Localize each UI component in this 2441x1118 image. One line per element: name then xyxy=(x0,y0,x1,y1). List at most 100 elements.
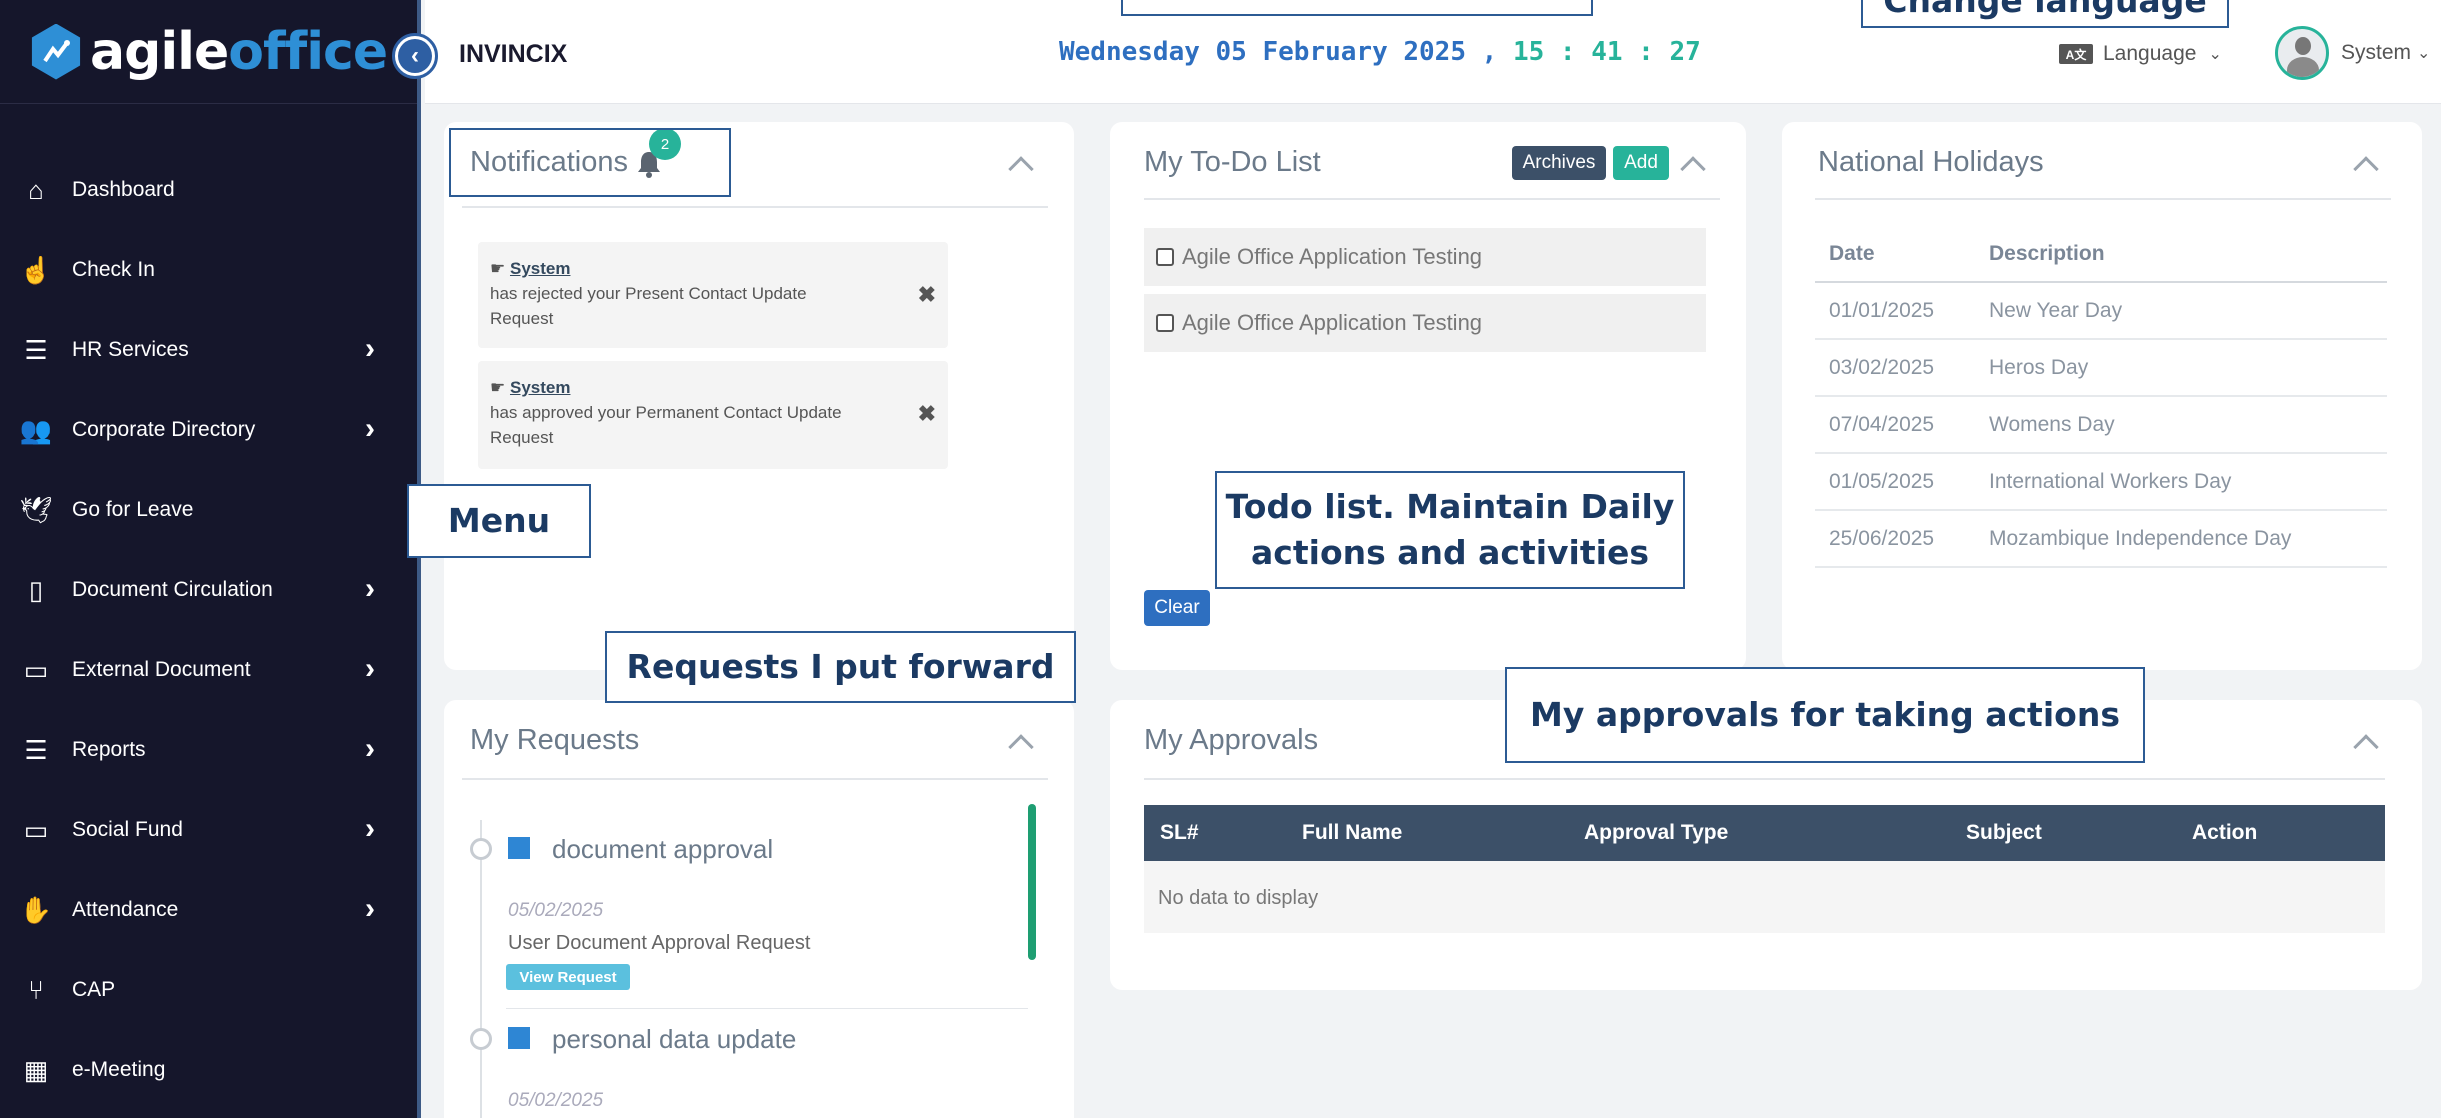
chevron-down-icon: ⌄ xyxy=(2417,45,2431,62)
divider xyxy=(1144,778,2385,780)
column-header: Approval Type xyxy=(1584,821,1729,844)
datetime-highlight-box xyxy=(1121,0,1593,16)
company-name: INVINCIX xyxy=(459,40,568,68)
sidebar-item-hr-services[interactable]: ☰ HR Services › xyxy=(0,310,417,390)
user-name: System xyxy=(2341,41,2412,64)
chevron-right-icon: › xyxy=(365,412,375,445)
callout-menu: Menu xyxy=(407,484,591,558)
holidays-title: National Holidays xyxy=(1818,146,2044,178)
column-header: Full Name xyxy=(1302,821,1403,844)
todo-item: Agile Office Application Testing xyxy=(1144,228,1706,286)
language-label: Language xyxy=(2103,42,2197,65)
hand-icon: ✋ xyxy=(19,894,53,925)
approvals-title: My Approvals xyxy=(1144,724,1319,756)
clear-todo-button[interactable]: Clear xyxy=(1144,590,1210,626)
todo-item: Agile Office Application Testing xyxy=(1144,294,1706,352)
sidebar-item-corporate-directory[interactable]: 👥 Corporate Directory › xyxy=(0,390,417,470)
request-date: 05/02/2025 xyxy=(508,900,604,921)
todo-checkbox[interactable] xyxy=(1156,248,1174,266)
calendar-icon: ▦ xyxy=(23,1054,49,1085)
current-date: Wednesday 05 February 2025 , xyxy=(1059,37,1498,67)
callout-requests: Requests I put forward xyxy=(605,631,1076,703)
requests-title: My Requests xyxy=(470,724,640,756)
sidebar-item-social-fund[interactable]: ▭ Social Fund › xyxy=(0,790,417,870)
document-icon: ▯ xyxy=(28,574,44,605)
todo-text: Agile Office Application Testing xyxy=(1182,244,1483,269)
view-request-button[interactable]: View Request xyxy=(506,964,630,990)
sidebar-item-label: Document Circulation xyxy=(72,578,273,601)
sidebar-item-label: Corporate Directory xyxy=(72,418,256,441)
sidebar-item-label: Attendance xyxy=(72,898,179,921)
bird-icon: 🕊 xyxy=(19,494,53,525)
table-row: 07/04/2025 Womens Day xyxy=(1815,396,2387,454)
sidebar-item-check-in[interactable]: ☝ Check In xyxy=(0,230,417,310)
date-time-display: Wednesday 05 February 2025 , 15 : 41 : 2… xyxy=(1059,37,1701,67)
notification-item: ☛ System has approved your Permanent Con… xyxy=(478,361,948,469)
callout-change-language: Change language xyxy=(1861,0,2229,28)
column-header: Description xyxy=(1975,226,2387,283)
notification-item: ☛ System has rejected your Present Conta… xyxy=(478,242,948,348)
request-date: 05/02/2025 xyxy=(508,1090,604,1111)
scrollbar-thumb[interactable] xyxy=(1028,804,1036,960)
timeline-dot xyxy=(470,838,492,860)
close-icon[interactable]: ✖ xyxy=(918,401,936,426)
sidebar-menu: ⌂ Dashboard ☝ Check In ☰ HR Services › 👥 Corpora… xyxy=(0,150,417,1110)
hand-pointer-icon: ☝ xyxy=(19,254,53,285)
callout-change-language-text: Change language xyxy=(1883,0,2207,20)
sidebar-item-dashboard[interactable]: ⌂ Dashboard xyxy=(0,150,417,230)
user-menu[interactable]: System ⌄ xyxy=(2275,26,2430,80)
sidebar-item-document-circulation[interactable]: ▯ Document Circulation › xyxy=(0,550,417,630)
users-icon: 👥 xyxy=(19,414,53,445)
chevron-left-icon: ‹ xyxy=(398,39,432,73)
divider xyxy=(1144,198,1720,200)
callout-todo: Todo list. Maintain Daily actions and ac… xyxy=(1215,471,1685,589)
archives-button[interactable]: Archives xyxy=(1512,146,1606,180)
chevron-right-icon: › xyxy=(365,892,375,925)
divider xyxy=(506,1008,1028,1009)
column-header: SL# xyxy=(1160,821,1199,844)
request-description: User Document Approval Request xyxy=(508,932,811,954)
sidebar-item-cap[interactable]: ⑂ CAP xyxy=(0,950,417,1030)
divider xyxy=(1815,198,2391,200)
current-time: 15 : 41 : 27 xyxy=(1512,37,1701,67)
add-todo-button[interactable]: Add xyxy=(1613,146,1669,180)
notification-sender-link[interactable]: System xyxy=(510,378,570,397)
divider xyxy=(462,206,1048,208)
table-row: 25/06/2025 Mozambique Independence Day xyxy=(1815,510,2387,568)
table-row: 01/01/2025 New Year Day xyxy=(1815,282,2387,340)
sidebar-item-external-document[interactable]: ▭ External Document › xyxy=(0,630,417,710)
folder-open-icon: ▭ xyxy=(23,814,49,845)
chevron-right-icon: › xyxy=(365,572,375,605)
sidebar-item-e-meeting[interactable]: ▦ e-Meeting xyxy=(0,1030,417,1110)
holiday-date: 03/02/2025 xyxy=(1815,339,1975,397)
list-check-icon: ☰ xyxy=(24,334,48,365)
close-icon[interactable]: ✖ xyxy=(918,282,936,307)
todo-text: Agile Office Application Testing xyxy=(1182,310,1483,335)
list-icon: ☰ xyxy=(24,734,48,765)
chevron-right-icon: › xyxy=(365,812,375,845)
folder-open-icon: ▭ xyxy=(23,654,49,685)
callout-todo-line1: Todo list. Maintain Daily xyxy=(1225,487,1675,526)
sidebar-item-go-for-leave[interactable]: 🕊 Go for Leave xyxy=(0,470,417,550)
sidebar-item-attendance[interactable]: ✋ Attendance › xyxy=(0,870,417,950)
brand-logo[interactable]: agileoffice xyxy=(0,0,417,104)
empty-table-row: No data to display xyxy=(1144,861,2385,933)
pointing-hand-icon: ☛ xyxy=(490,378,506,397)
sidebar-item-reports[interactable]: ☰ Reports › xyxy=(0,710,417,790)
code-branch-icon: ⑂ xyxy=(28,974,44,1005)
holiday-description: International Workers Day xyxy=(1975,453,2387,511)
holidays-table-body: 01/01/2025 New Year Day 03/02/2025 Heros Da… xyxy=(1815,282,2387,568)
timeline-line xyxy=(480,820,482,1118)
holiday-description: New Year Day xyxy=(1975,282,2387,340)
sidebar-collapse-button[interactable]: ‹ xyxy=(392,33,438,79)
language-selector[interactable]: A文 Language ⌄ xyxy=(2059,42,2222,66)
column-header: Date xyxy=(1815,226,1975,283)
status-indicator xyxy=(508,837,530,859)
translate-icon: A文 xyxy=(2059,44,2093,64)
sidebar-item-label: CAP xyxy=(72,978,116,1001)
callout-todo-line2: actions and activities xyxy=(1251,533,1649,572)
pointing-hand-icon: ☛ xyxy=(490,259,506,278)
notification-sender-link[interactable]: System xyxy=(510,259,570,278)
todo-checkbox[interactable] xyxy=(1156,314,1174,332)
divider xyxy=(462,778,1048,780)
